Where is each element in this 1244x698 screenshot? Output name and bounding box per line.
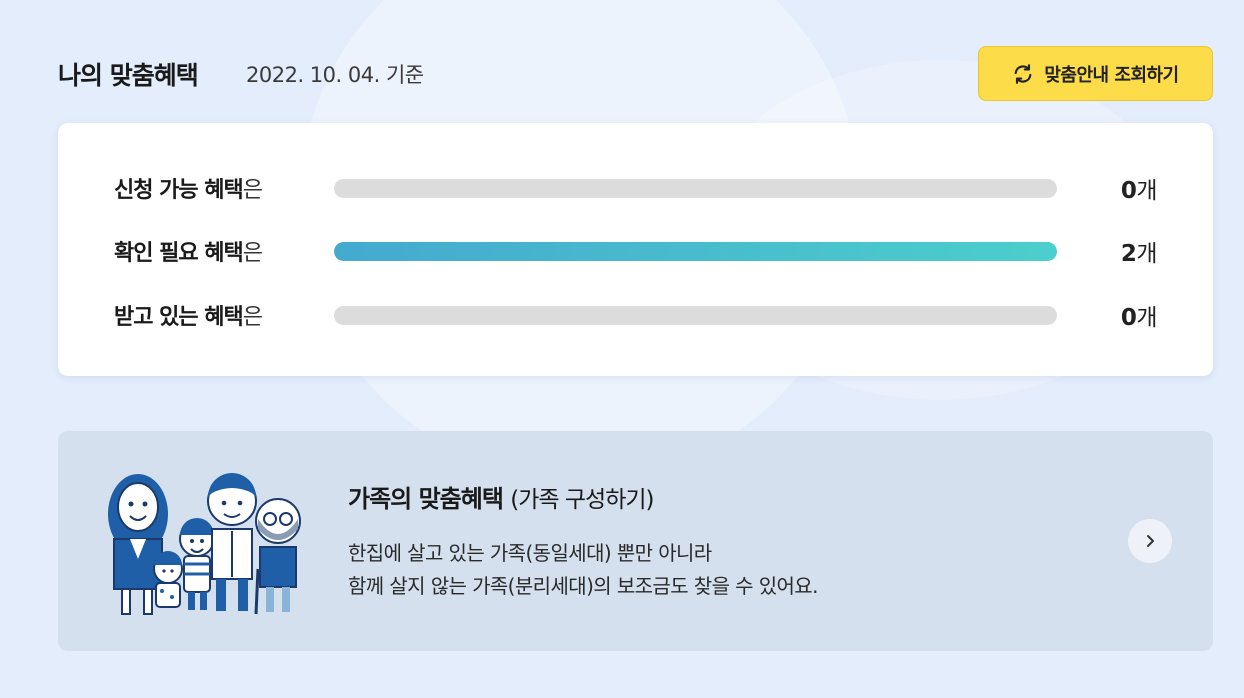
summary-row-count: 0개 (1120, 305, 1158, 331)
chevron-right-icon (1147, 535, 1154, 547)
page-title: 나의 맞춤혜택 (58, 61, 199, 90)
progress-bar-fill (334, 242, 1057, 261)
progress-bar (334, 306, 1057, 325)
summary-row-receiving: 받고 있는 혜택은 0개 (58, 293, 1213, 333)
progress-bar (334, 179, 1057, 198)
refresh-button-label: 맞춤안내 조회하기 (1044, 64, 1179, 86)
refresh-benefits-button[interactable]: 맞춤안내 조회하기 (978, 46, 1213, 101)
reference-date: 2022. 10. 04. 기준 (246, 63, 424, 87)
summary-row-need-check: 확인 필요 혜택은 2개 (58, 229, 1213, 269)
family-card-description: 한집에 살고 있는 가족(동일세대) 뿐만 아니라 함께 살지 않는 가족(분리… (348, 541, 818, 598)
family-benefits-card[interactable]: 가족의 맞춤혜택 (가족 구성하기) 한집에 살고 있는 가족(동일세대) 뿐만… (58, 431, 1213, 651)
family-illustration (108, 473, 301, 615)
summary-row-count: 2개 (1120, 241, 1158, 267)
summary-row-available: 신청 가능 혜택은 0개 (58, 166, 1213, 206)
progress-bar (334, 242, 1057, 261)
summary-row-label: 확인 필요 혜택은 (114, 241, 263, 266)
summary-row-count: 0개 (1120, 178, 1158, 204)
summary-row-label: 신청 가능 혜택은 (114, 178, 263, 203)
benefits-header: 나의 맞춤혜택 2022. 10. 04. 기준 맞춤안내 조회하기 (58, 46, 1213, 102)
benefit-summary-card: 신청 가능 혜택은 0개 확인 필요 혜택은 2개 받고 있는 혜택은 0개 (58, 123, 1213, 376)
family-card-title: 가족의 맞춤혜택 (가족 구성하기) (348, 485, 655, 513)
refresh-icon (1014, 63, 1032, 84)
summary-row-label: 받고 있는 혜택은 (114, 305, 263, 330)
family-card-arrow-button[interactable] (1128, 519, 1172, 563)
